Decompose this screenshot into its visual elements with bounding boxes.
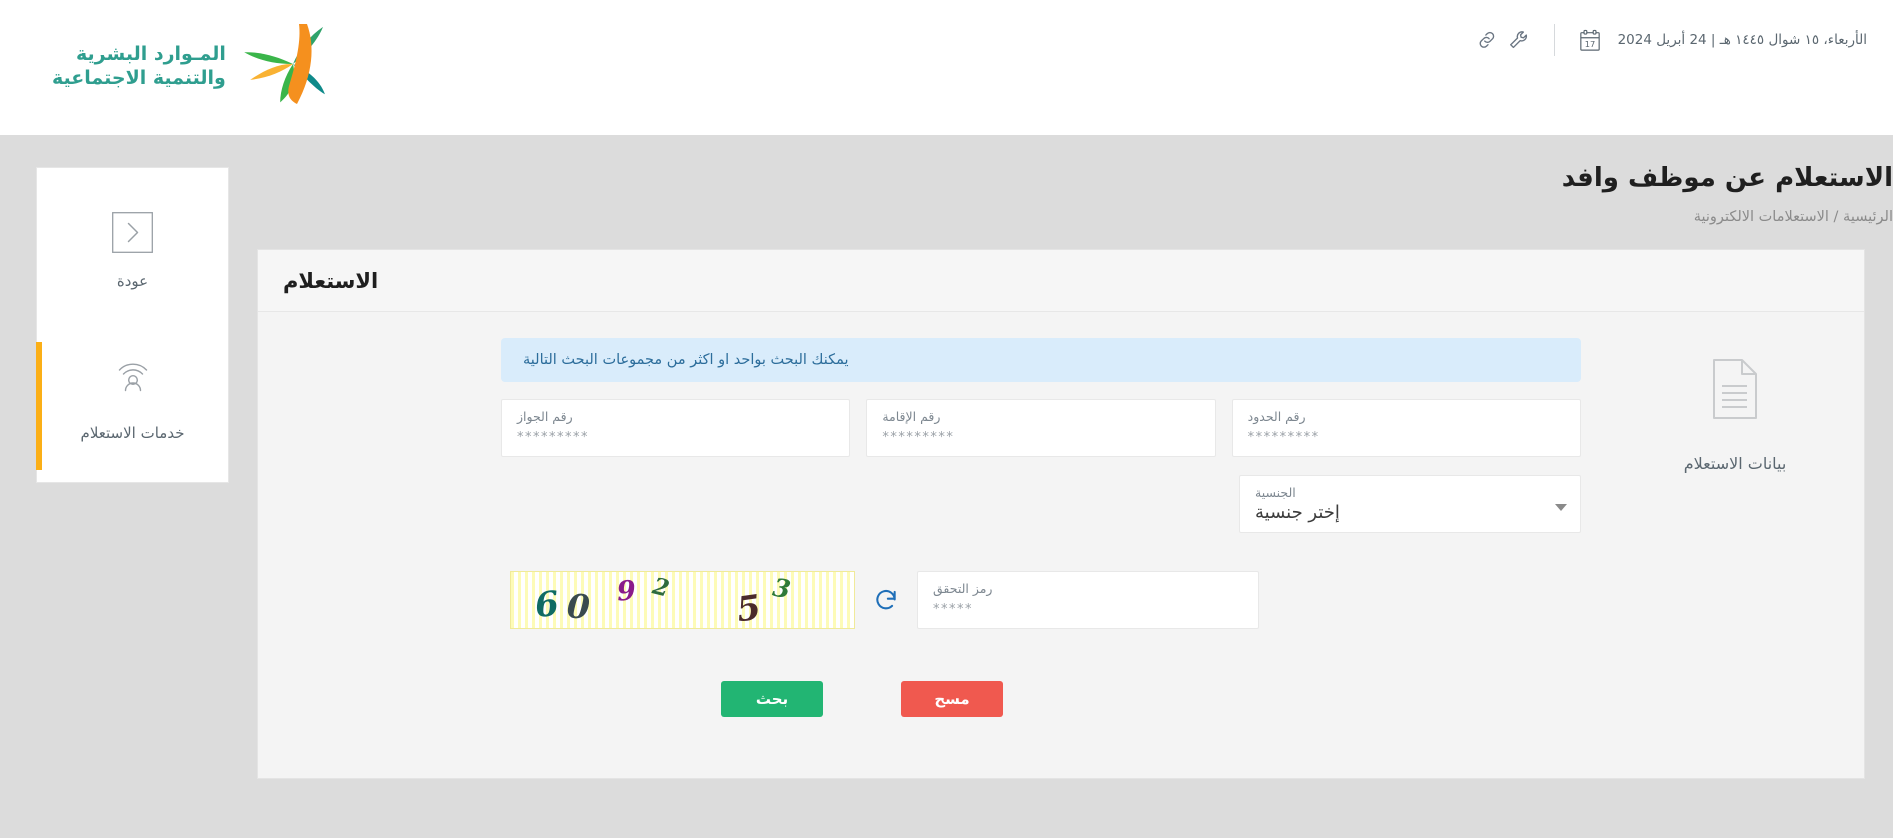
info-banner-text: يمكنك البحث بواحد او اكثر من مجموعات الب… bbox=[523, 352, 849, 368]
form-column: يمكنك البحث بواحد او اكثر من مجموعات الب… bbox=[258, 334, 1606, 751]
calendar-day-number: 17 bbox=[1584, 38, 1595, 48]
captcha-row: رمز التحقق ***** 6 0 9 2 5 3 bbox=[510, 571, 1606, 629]
user-radar-icon bbox=[37, 360, 228, 408]
inquiry-card: الاستعلام بيانات الاستعلام يمكنك البحث ب… bbox=[257, 249, 1865, 779]
calendar-icon: 17 bbox=[1579, 29, 1601, 52]
logo-line-1: المـوارد البشرية bbox=[76, 42, 226, 65]
ministry-logo: المـوارد البشرية والتنمية الاجتماعية bbox=[52, 22, 346, 110]
captcha-label: رمز التحقق bbox=[933, 581, 993, 596]
card-title: الاستعلام bbox=[283, 268, 379, 293]
nationality-selected-value: إختر جنسية bbox=[1255, 502, 1340, 523]
border-number-field[interactable]: رقم الحدود ********* bbox=[1231, 399, 1581, 457]
captcha-char-1: 0 bbox=[565, 586, 591, 627]
passport-number-input[interactable]: ********* bbox=[502, 430, 849, 445]
nationality-label: الجنسية bbox=[1255, 485, 1296, 500]
captcha-input[interactable]: ***** bbox=[918, 602, 1258, 617]
iqama-number-input[interactable]: ********* bbox=[867, 430, 1214, 445]
page-content: الاستعلام عن موظف وافد الرئيسية / الاستع… bbox=[0, 135, 1893, 838]
captcha-char-5: 3 bbox=[770, 572, 793, 605]
logo-line-2: والتنمية الاجتماعية bbox=[52, 67, 226, 89]
sidebar-item-inquiry-services[interactable]: خدمات الاستعلام bbox=[36, 342, 228, 470]
section-icon-column: بيانات الاستعلام bbox=[1606, 334, 1864, 751]
nationality-select[interactable]: الجنسية إختر جنسية bbox=[1239, 475, 1581, 533]
card-body: بيانات الاستعلام يمكنك البحث بواحد او اك… bbox=[258, 312, 1864, 751]
sidebar-item-back[interactable]: عودة bbox=[37, 190, 228, 304]
iqama-number-label: رقم الإقامة bbox=[882, 409, 941, 424]
captcha-char-4: 5 bbox=[734, 587, 764, 629]
captcha-char-3: 2 bbox=[649, 572, 673, 603]
wrench-icon[interactable] bbox=[1508, 29, 1530, 51]
document-icon bbox=[1709, 359, 1761, 424]
sidebar-item-inquiry-services-label: خدمات الاستعلام bbox=[80, 424, 185, 442]
passport-number-field[interactable]: رقم الجواز ********* bbox=[501, 399, 851, 457]
refresh-icon[interactable] bbox=[873, 587, 899, 613]
breadcrumb: الرئيسية / الاستعلامات الالكترونية bbox=[1693, 209, 1893, 225]
border-number-label: رقم الحدود bbox=[1247, 409, 1306, 424]
info-banner: يمكنك البحث بواحد او اكثر من مجموعات الب… bbox=[501, 338, 1581, 382]
passport-number-label: رقم الجواز bbox=[517, 409, 573, 424]
form-actions: مسح بحث bbox=[258, 681, 1606, 717]
captcha-input-field[interactable]: رمز التحقق ***** bbox=[917, 571, 1259, 629]
iqama-number-field[interactable]: رقم الإقامة ********* bbox=[866, 399, 1216, 457]
side-navigation: عودة خدمات الاستعلام bbox=[36, 167, 229, 483]
chevron-down-icon[interactable] bbox=[1555, 504, 1567, 511]
sidebar-item-back-label: عودة bbox=[116, 272, 149, 290]
nationality-row: الجنسية إختر جنسية bbox=[1239, 475, 1581, 533]
captcha-char-0: 6 bbox=[532, 583, 561, 627]
search-button[interactable]: بحث bbox=[721, 681, 823, 717]
link-icon[interactable] bbox=[1476, 29, 1498, 51]
section-label: بيانات الاستعلام bbox=[1683, 454, 1787, 473]
clear-button[interactable]: مسح bbox=[901, 681, 1003, 717]
search-fields-row: رقم الحدود ********* رقم الإقامة *******… bbox=[501, 399, 1581, 457]
card-header: الاستعلام bbox=[258, 250, 1864, 312]
border-number-input[interactable]: ********* bbox=[1233, 430, 1580, 445]
logo-mark-icon bbox=[240, 22, 346, 110]
page-title: الاستعلام عن موظف وافد bbox=[1561, 163, 1893, 193]
top-bar: الأربعاء، ١٥ شوال ١٤٤٥ هـ | 24 أبريل 202… bbox=[0, 0, 1893, 135]
top-bar-left-group: الأربعاء، ١٥ شوال ١٤٤٥ هـ | 24 أبريل 202… bbox=[1466, 0, 1893, 108]
current-date-text: الأربعاء، ١٥ شوال ١٤٤٥ هـ | 24 أبريل 202… bbox=[1617, 32, 1867, 48]
page-header-area: الاستعلام عن موظف وافد الرئيسية / الاستع… bbox=[286, 135, 1893, 225]
sidebar-active-indicator bbox=[36, 342, 42, 470]
captcha-char-2: 9 bbox=[615, 575, 637, 608]
logo-text-block: المـوارد البشرية والتنمية الاجتماعية bbox=[52, 42, 226, 91]
toolbar-divider bbox=[1553, 24, 1555, 56]
chevron-right-boxed-icon bbox=[37, 208, 228, 256]
captcha-image: 6 0 9 2 5 3 bbox=[510, 571, 855, 629]
